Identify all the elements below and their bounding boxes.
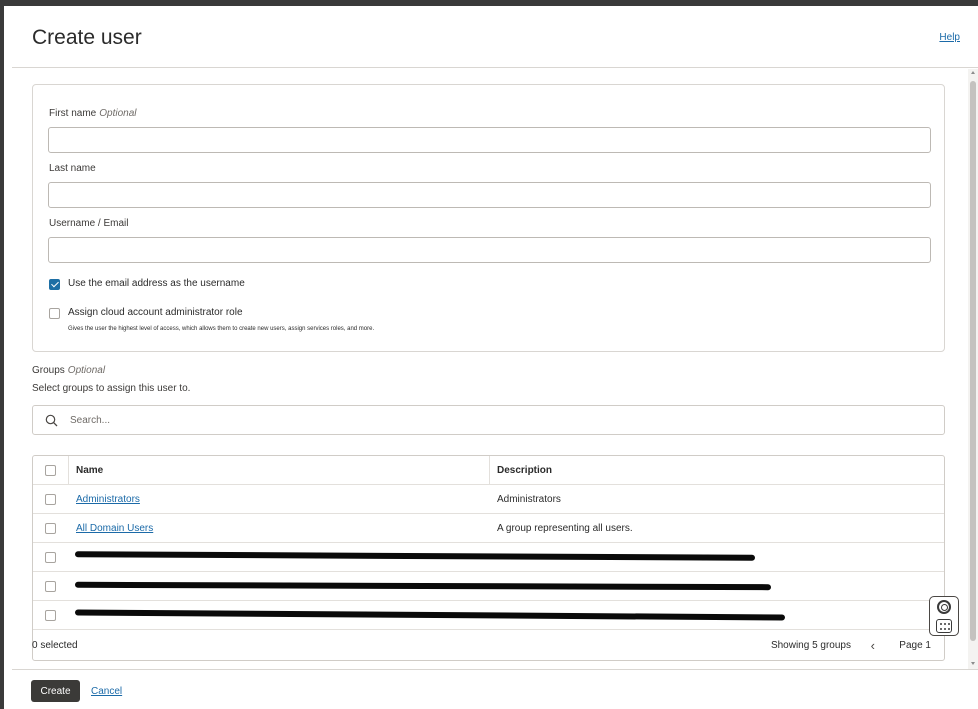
select-all-cell [33,456,68,485]
scrollbar-thumb[interactable] [970,81,976,641]
last-name-input[interactable] [48,182,931,208]
showing-count: Showing 5 groups [770,640,851,651]
table-footer: 0 selected Showing 5 groups ‹ Page 1 [32,629,945,661]
table-row: Administrators Administrators [33,485,944,514]
table-row [33,572,944,601]
column-divider [68,456,69,485]
table-row [33,601,944,630]
group-description: A group representing all users. [497,523,633,534]
column-header-name[interactable]: Name [76,465,103,476]
groups-label-text: Groups [32,365,65,376]
row-select-cell [33,601,68,630]
select-all-checkbox[interactable] [45,465,56,476]
use-email-checkbox[interactable] [49,279,60,290]
redaction-mark [74,609,786,621]
search-icon [45,414,58,427]
first-name-input[interactable] [48,127,931,153]
create-button[interactable]: Create [31,680,80,702]
group-search-box[interactable]: Search... [32,405,945,435]
row-checkbox[interactable] [45,552,56,563]
row-select-cell [33,572,68,601]
group-name-link[interactable]: All Domain Users [76,523,153,534]
vertical-scrollbar[interactable] [968,69,978,669]
group-description: Administrators [497,494,561,505]
admin-role-checkbox[interactable] [49,308,60,319]
row-checkbox[interactable] [45,494,56,505]
table-header-row: Name Description [33,456,944,485]
username-email-input[interactable] [48,237,931,263]
page-indicator: Page 1 [899,640,931,651]
admin-role-description: Gives the user the highest level of acce… [68,326,375,332]
row-checkbox[interactable] [45,523,56,534]
scroll-down-arrow-icon[interactable] [971,662,975,665]
column-header-description[interactable]: Description [497,465,552,476]
groups-label: Groups Optional [32,365,105,376]
row-select-cell [33,485,68,514]
group-name-link[interactable]: Administrators [76,494,140,505]
optional-tag: Optional [67,365,106,376]
redaction-mark [74,551,756,561]
last-name-label: Last name [49,163,96,174]
page-title: Create user [32,26,142,49]
first-name-label: First name Optional [49,108,136,119]
selected-count: 0 selected [32,640,78,651]
row-select-cell [33,543,68,572]
lifebuoy-ring [937,600,951,614]
username-label: Username / Email [49,218,129,229]
grid-dots-icon [936,619,952,633]
cancel-link[interactable]: Cancel [91,686,122,697]
row-checkbox[interactable] [45,581,56,592]
admin-role-checkbox-label: Assign cloud account administrator role [68,307,243,318]
user-details-card: First name Optional Last name Username / … [32,84,945,352]
scroll-up-arrow-icon[interactable] [971,71,975,74]
search-input[interactable]: Search... [70,415,110,426]
use-email-checkbox-label: Use the email address as the username [68,278,245,289]
help-link[interactable]: Help [939,32,960,43]
panel-body: First name Optional Last name Username / … [12,69,966,669]
table-row: All Domain Users A group representing al… [33,514,944,543]
redaction-mark [74,581,772,591]
panel-header: Create user Help [12,6,978,68]
row-select-cell [33,514,68,543]
column-divider [489,456,490,485]
groups-hint: Select groups to assign this user to. [32,383,191,394]
lifebuoy-icon[interactable] [929,596,959,636]
first-name-label-text: First name [49,108,97,119]
window-left-border [0,0,4,709]
chevron-left-icon[interactable]: ‹ [871,638,875,653]
table-row [33,543,944,572]
panel-footer: Create Cancel [12,669,978,709]
optional-tag: Optional [99,108,137,119]
row-checkbox[interactable] [45,610,56,621]
